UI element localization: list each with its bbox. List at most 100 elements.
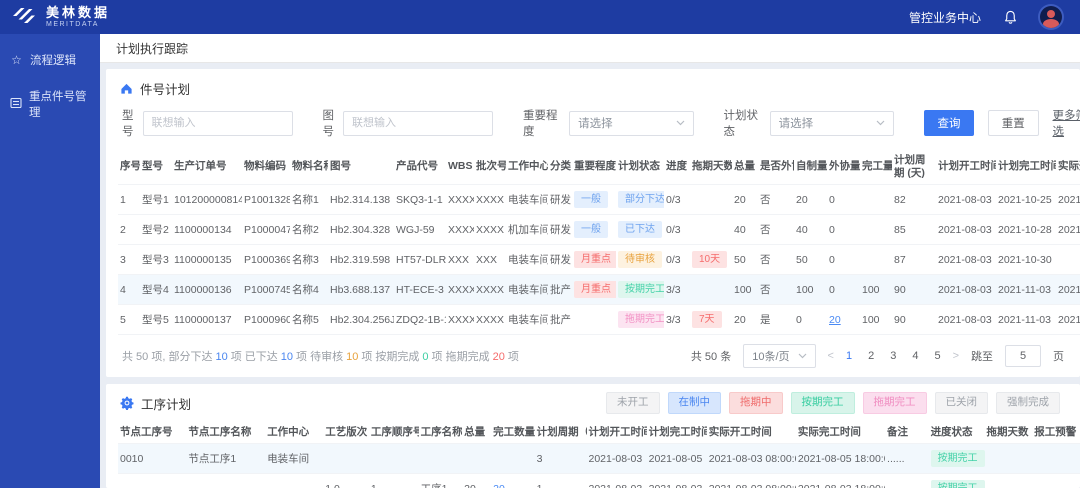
table-cell: 20 [732, 304, 758, 335]
search-button[interactable]: 查询 [924, 110, 975, 136]
sidebar-item-process-logic[interactable]: ☆ 流程逻辑 [0, 42, 100, 78]
tab-plan-tracking[interactable]: 计划执行跟踪 [116, 40, 188, 57]
table-cell: 批产 [548, 304, 572, 335]
table-cell: 90 [892, 304, 936, 335]
more-filters-link[interactable]: 更多筛选 [1053, 107, 1080, 139]
plan-status-select[interactable]: 请选择 [769, 110, 894, 136]
table-cell: 0/3 [664, 214, 690, 245]
table-cell: 月重点 [572, 244, 616, 275]
column-header: 实际开工时间 [1058, 160, 1080, 173]
table-cell: 1100000135 [172, 244, 242, 275]
table-cell: 型号4 [140, 274, 172, 305]
star-icon: ☆ [11, 53, 22, 67]
table-row[interactable]: 1.01工序1202012021-08-032021-08-032021-08-… [118, 473, 1080, 488]
table-cell: 否 [758, 274, 794, 305]
model-input[interactable] [142, 110, 293, 136]
legend-tag-red[interactable]: 拖期中 [729, 392, 783, 414]
prev-page-button[interactable]: < [828, 350, 834, 362]
sidebar-item-key-part-mgmt[interactable]: 重点件号管理 [0, 78, 100, 130]
table-cell: 3 [534, 443, 587, 474]
sidebar: ☆ 流程逻辑 重点件号管理 [0, 34, 100, 488]
table-row[interactable]: 3 型号3 1100000135 P1000369 名称3 Hb2.319.598 HT57… [118, 244, 1080, 275]
table-cell: 2021-08-03 08:00:00 [706, 443, 796, 474]
nav-business-center[interactable]: 管控业务中心 [909, 9, 981, 26]
page-number[interactable]: 2 [868, 350, 874, 362]
column-header: 计划状态 [618, 160, 660, 173]
table-cell: 3/3 [664, 274, 690, 305]
legend-tag-teal[interactable]: 按期完工 [790, 392, 855, 414]
status-badge: 按期完工 [930, 450, 985, 468]
page-number[interactable]: 3 [890, 350, 896, 362]
table-cell: 1100000134 [172, 214, 242, 245]
table-cell: 1100000136 [172, 274, 242, 305]
user-avatar[interactable] [1040, 6, 1062, 28]
table-row[interactable]: 1 型号1 101200000814 P1001328 名称1 Hb2.314.138 SK… [118, 184, 1080, 215]
status-badge: 按期完工 [618, 281, 664, 299]
next-page-button[interactable]: > [953, 350, 959, 362]
table-cell: P1000047 [242, 214, 290, 245]
table-cell: 1.0 [323, 473, 369, 488]
page-size-value: 10条/页 [752, 351, 790, 364]
table-row[interactable]: 5型号51100000137P1000960名称5Hb2.304.256JGZD… [118, 304, 1080, 335]
table-cell: 型号1 [140, 184, 172, 215]
summary-label: 待审核 [307, 351, 344, 364]
table-cell: XXXX [474, 214, 506, 245]
table-cell [690, 184, 732, 215]
cell-link[interactable]: 20 [493, 483, 505, 488]
table-cell: 电装车间 [506, 184, 548, 215]
table-cell: 型号2 [140, 214, 172, 245]
jump-page-input[interactable] [1005, 345, 1041, 368]
table-cell: P1001328 [242, 184, 290, 215]
page-number[interactable]: 1 [846, 350, 852, 362]
table-row[interactable]: 0010 节点工序1 电装车间 3 2021-08-03 2021-08-05 2021-0… [118, 443, 1080, 474]
bell-icon[interactable] [1003, 9, 1018, 25]
app-window: 美林数据 MERITDATA 管控业务中心 ☆ 流程逻辑 重点件号管理 计划执行… [0, 0, 1080, 488]
table-row[interactable]: 4 型号4 1100000136 P1000745 名称4 Hb3.688.137 HT-E… [118, 274, 1080, 305]
table-cell: 研发 [548, 214, 572, 245]
table-cell: 拖期完工 [616, 304, 664, 335]
table-cell [984, 443, 1033, 474]
chevron-down-icon [876, 120, 885, 126]
legend-tag-pink[interactable]: 拖期完工 [862, 392, 927, 414]
filter-bar: 型号 图号 重要程度 请选择 [118, 105, 1080, 149]
table-cell[interactable]: 20 [827, 304, 860, 335]
legend-tag-gray[interactable]: 未开工 [606, 392, 660, 414]
column-header: 进度状态 [930, 425, 973, 438]
table-cell [860, 214, 892, 245]
table-cell: 电装车间.. [506, 244, 548, 275]
page-size-select[interactable]: 10条/页 [743, 344, 816, 369]
drawing-input[interactable] [343, 110, 493, 136]
column-header: 工作中心 [508, 160, 548, 173]
importance-select[interactable]: 请选择 [569, 110, 694, 136]
table-cell [984, 473, 1033, 488]
column-header: 重要程度 [574, 160, 616, 173]
column-header: 进度 [666, 160, 687, 173]
page-number[interactable]: 4 [912, 350, 918, 362]
column-header: 图号 [330, 160, 351, 173]
page-number[interactable]: 5 [934, 350, 940, 362]
legend-tag-gray[interactable]: 强制完成 [996, 392, 1060, 414]
legend-tag-blue[interactable]: 在制中 [667, 392, 721, 414]
logo-icon [12, 5, 38, 30]
brand-name-en: MERITDATA [46, 21, 99, 28]
column-header: 计划完工时间 [648, 425, 707, 438]
header-row: 序号型号生产订单号物料编码物料名称图号产品代号WBS批次号工作中心分类重要程度计… [118, 149, 1080, 185]
table-cell: 0/3 [664, 184, 690, 215]
tab-bar: 计划执行跟踪 [100, 34, 1080, 63]
table-cell: 名称3 [290, 244, 328, 275]
table-row[interactable]: 2 型号2 1100000134 P1000047 名称2 Hb2.304.328 WGJ-… [118, 214, 1080, 245]
table-cell: 1 [534, 473, 587, 488]
table-cell[interactable]: 20 [491, 473, 535, 488]
cell-link[interactable]: 20 [829, 314, 841, 326]
summary-label: 部分下达 [168, 351, 213, 364]
reset-button[interactable]: 重置 [988, 110, 1039, 136]
column-header: 计划周期 (天) [894, 154, 926, 179]
column-header: 实际完工时间 [797, 425, 861, 438]
legend-tag-gray[interactable]: 已关闭 [934, 392, 988, 414]
column-header: WBS [448, 160, 473, 173]
table-cell: 0 [827, 214, 860, 245]
table-cell: SKQ3-1-1 [394, 184, 446, 215]
table-cell [860, 244, 892, 275]
status-badge: 部分下达 [618, 191, 664, 209]
column-header: 工作中心 [267, 425, 310, 438]
